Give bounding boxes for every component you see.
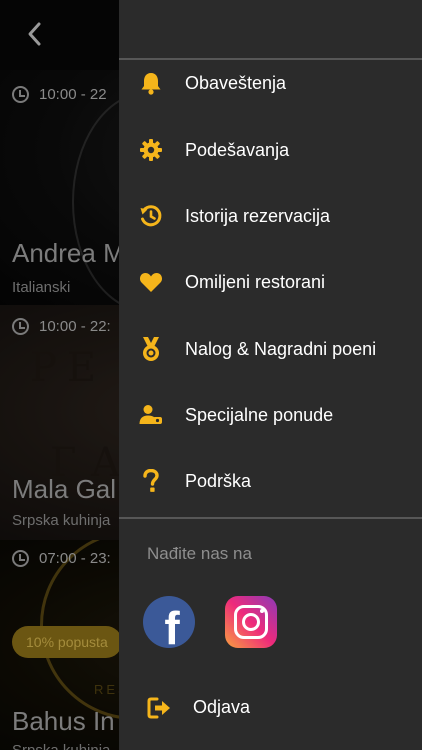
menu-item-label: Omiljeni restorani [185,271,326,292]
restaurant-name: Andrea M [12,238,125,268]
medal-icon [139,337,163,361]
menu-item-settings[interactable]: Podešavanja [119,125,422,175]
bell-icon [139,71,163,95]
chevron-left-icon[interactable] [22,20,48,48]
gear-icon [139,138,163,162]
restaurant-hours: 10:00 - 22 [12,86,107,103]
restaurant-category: Italianski [12,279,71,296]
restaurant-category: Srpska kuhinja [12,742,110,750]
menu-item-account-rewards[interactable]: Nalog & Nagradni poeni [119,324,422,374]
instagram-icon[interactable] [225,596,277,648]
question-icon [139,469,163,493]
menu-item-notifications[interactable]: Obaveštenja [119,58,422,108]
discount-badge: 10% popusta [12,626,122,658]
restaurant-name: Bahus In [12,706,115,736]
logout-icon [147,697,170,719]
clock-icon [12,318,29,335]
menu-item-support[interactable]: Podrška [119,456,422,506]
facebook-icon[interactable]: f [143,596,195,648]
heart-icon [139,270,163,294]
clock-icon [12,550,29,567]
menu-item-reservation-history[interactable]: Istorija rezervacija [119,191,422,241]
restaurant-hours: 07:00 - 23: [12,550,111,567]
restaurant-category: Srpska kuhinja [12,512,111,529]
menu-item-label: Specijalne ponude [185,404,334,425]
logout-label: Odjava [193,697,251,717]
user-offer-icon [139,403,163,427]
clock-icon [12,86,29,103]
divider [119,517,422,519]
history-icon [139,204,163,228]
find-us-label: Nađite nas na [147,544,252,563]
menu-item-label: Nalog & Nagradni poeni [185,338,377,359]
menu-item-label: Podešavanja [185,139,290,160]
logout-button[interactable]: Odjava [119,686,422,730]
restaurant-name: Mala Gal [12,474,117,504]
restaurant-hours: 10:00 - 22: [12,318,111,335]
menu-item-label: Obaveštenja [185,72,287,93]
menu-item-label: Istorija rezervacija [185,205,331,226]
side-drawer: Obaveštenja Podešavanja Istorija rezerva… [119,0,422,750]
menu-item-special-offers[interactable]: Specijalne ponude [119,390,422,440]
menu-item-favorite-restaurants[interactable]: Omiljeni restorani [119,257,422,307]
menu-item-label: Podrška [185,470,252,491]
